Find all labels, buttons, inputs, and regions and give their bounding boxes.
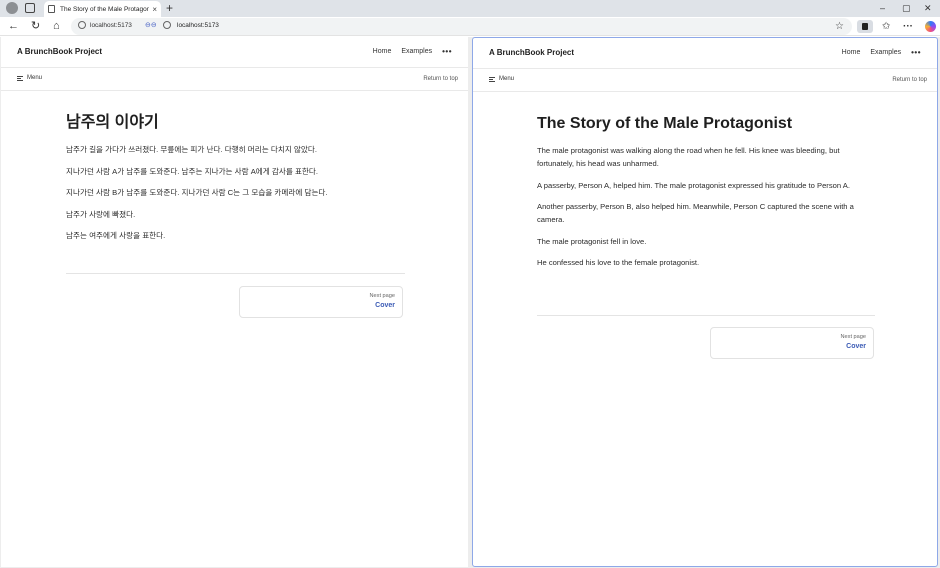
maximize-icon[interactable]: ▢ [902, 0, 911, 17]
menu-label: Menu [27, 75, 43, 81]
split-link-icon[interactable]: ⊖⊖ [145, 21, 157, 29]
paragraph: The male protagonist was walking along t… [537, 146, 840, 168]
site-info-icon[interactable] [78, 21, 86, 29]
menu-button[interactable]: Menu [17, 75, 42, 81]
paragraph: 남주는 여주에게 사랑을 표한다. [66, 231, 166, 240]
browser-tab-bar: The Story of the Male Protagonist × + – … [0, 0, 940, 17]
content-divider [66, 273, 405, 274]
sub-bar: Menu Return to top [473, 69, 937, 92]
paragraph: 지나가던 사람 B가 남주를 도와준다. 지나가던 사람 C는 그 모습을 카메… [66, 188, 328, 197]
site-header: A BrunchBook Project Home Examples ••• [1, 37, 468, 68]
paragraph: 남주가 길을 가다가 쓰러졌다. 무릎에는 피가 난다. 다행히 머리는 다치지… [66, 145, 317, 154]
return-to-top-link[interactable]: Return to top [423, 76, 458, 82]
paragraph: 지나가던 사람 A가 남주를 도와준다. 남주는 지나가는 사람 A에게 감사를… [66, 166, 319, 176]
minimize-icon[interactable]: – [880, 0, 885, 17]
site-nav: Home Examples ••• [842, 48, 921, 57]
nav-examples[interactable]: Examples [401, 48, 432, 55]
left-pane: A BrunchBook Project Home Examples ••• M… [1, 37, 468, 567]
paragraph: 남주가 사랑에 빠졌다. [66, 209, 136, 219]
right-pane: A BrunchBook Project Home Examples ••• M… [472, 37, 938, 567]
browser-tab[interactable]: The Story of the Male Protagonist × [44, 1, 161, 17]
site-title[interactable]: A BrunchBook Project [17, 47, 102, 56]
next-page-title: Cover [375, 302, 395, 309]
collections-icon[interactable]: ✩ [882, 19, 890, 34]
site-nav: Home Examples ••• [373, 47, 452, 56]
next-page-label: Next page [369, 293, 396, 299]
return-to-top-link[interactable]: Return to top [892, 77, 927, 83]
settings-more-icon[interactable]: ··· [903, 19, 913, 34]
address-left[interactable]: localhost:5173 [78, 21, 132, 29]
article: The Story of the Male Protagonist The ma… [537, 114, 875, 278]
url-right-text: localhost:5173 [177, 21, 219, 29]
browser-toolbar: ← ↻ ⌂ localhost:5173 ⊖⊖ localhost:5173 ☆… [0, 17, 940, 36]
menu-icon [489, 76, 495, 82]
menu-button[interactable]: Menu [489, 76, 514, 82]
next-page-title: Cover [846, 343, 866, 350]
page-title: 남주의 이야기 [66, 114, 159, 131]
article: 남주의 이야기 남주가 길을 가다가 쓰러졌다. 무릎에는 피가 난다. 다행히… [66, 113, 406, 251]
site-title[interactable]: A BrunchBook Project [489, 48, 574, 57]
next-page-card[interactable]: Next page Cover [710, 327, 874, 359]
paragraph: A passerby, Person A, helped him. The ma… [537, 180, 850, 190]
split-screen-icon[interactable] [857, 20, 873, 33]
content-divider [537, 315, 875, 316]
sub-bar: Menu Return to top [1, 68, 468, 91]
window-close-icon[interactable]: ✕ [924, 0, 932, 17]
menu-label: Menu [499, 76, 515, 82]
paragraph: The male protagonist fell in love. [537, 236, 647, 246]
copilot-icon[interactable] [925, 21, 936, 32]
paragraph: He confessed his love to the female prot… [537, 258, 700, 267]
next-page-card[interactable]: Next page Cover [239, 286, 403, 318]
nav-home[interactable]: Home [373, 48, 392, 55]
nav-examples[interactable]: Examples [870, 49, 901, 56]
url-left-text: localhost:5173 [90, 21, 132, 29]
page-icon [48, 5, 55, 13]
more-icon[interactable]: ••• [911, 48, 921, 57]
site-header: A BrunchBook Project Home Examples ••• [473, 38, 937, 69]
tab-title: The Story of the Male Protagonist [60, 5, 150, 13]
tab-actions-icon[interactable] [25, 3, 35, 13]
reload-icon[interactable]: ↻ [31, 18, 40, 34]
nav-home[interactable]: Home [842, 49, 861, 56]
back-arrow-icon[interactable]: ← [8, 18, 19, 34]
address-right[interactable]: localhost:5173 [163, 21, 219, 29]
favorite-star-icon[interactable]: ☆ [835, 19, 844, 34]
split-view: A BrunchBook Project Home Examples ••• M… [0, 37, 940, 568]
paragraph: Another passerby, Person B, also helped … [537, 202, 854, 224]
new-tab-icon[interactable]: + [166, 0, 173, 16]
home-icon[interactable]: ⌂ [53, 18, 60, 34]
site-info-icon[interactable] [163, 21, 171, 29]
next-page-label: Next page [840, 334, 867, 340]
more-icon[interactable]: ••• [442, 47, 452, 56]
tab-close-icon[interactable]: × [152, 5, 157, 14]
profile-avatar-icon[interactable] [6, 2, 18, 14]
page-title: The Story of the Male Protagonist [537, 115, 793, 132]
menu-icon [17, 75, 23, 81]
